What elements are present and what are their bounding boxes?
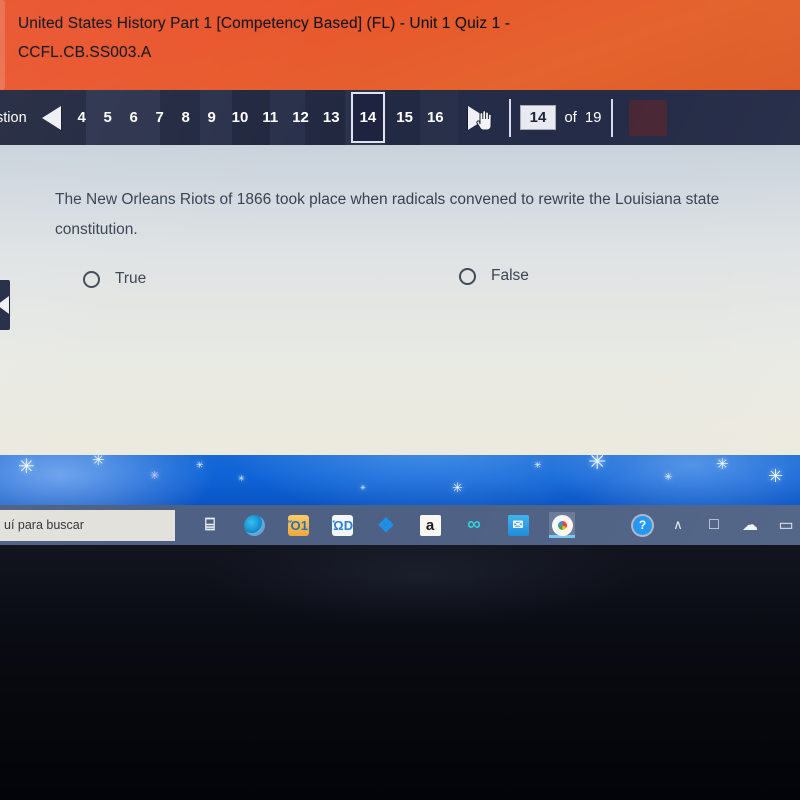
infinity-app-icon-glyph: ∞ [467,514,481,535]
radio-button-true[interactable] [83,270,100,288]
sparkle-icon: ✳ [534,460,542,470]
quiz-content-area: The New Orleans Riots of 1866 took place… [0,145,800,455]
microsoft-store-icon-glyph: ὬD [331,514,353,536]
page-number-16[interactable]: 16 [420,90,451,145]
collapse-sidebar-tab[interactable] [0,280,10,330]
answer-option-false[interactable]: False [459,267,529,285]
next-question-button[interactable] [461,90,495,145]
page-number-12[interactable]: 12 [285,90,316,145]
windows-taskbar: uí para buscar ⌸ Ὄ1 ὬD ❖ a ∞ ✉ ? ∧ □ ☁ ▭ [0,505,800,545]
google-chrome-icon-glyph [551,514,573,536]
desktop-wallpaper: ✳ ✳ ✳ ✳ ✳ ✳ ✳ ✳ ✳ ✳ ✳ ✳ [0,455,800,505]
quiz-title-line2: CCFL.CB.SS003.A [18,44,152,61]
quiz-title: United States History Part 1 [Competency… [18,9,778,67]
mail-icon-glyph: ✉ [507,514,529,536]
google-chrome-icon[interactable] [549,512,575,538]
quiz-header: United States History Part 1 [Competency… [0,0,800,90]
battery-icon[interactable]: ▭ [776,515,796,535]
answer-label-true: True [115,270,147,287]
file-explorer-icon-glyph: Ὄ1 [287,514,309,536]
taskbar-app-icons: ⌸ Ὄ1 ὬD ❖ a ∞ ✉ [197,512,575,538]
page-number-list: 4 5 6 7 8 9 10 11 12 13 14 15 16 [69,90,451,145]
dropbox-icon[interactable]: ❖ [373,512,399,538]
amazon-icon-glyph: a [419,514,441,536]
sparkle-icon: ✳ [196,460,204,470]
system-tray: ? ∧ □ ☁ ▭ [633,515,800,535]
nav-divider-right [610,98,613,137]
page-number-5[interactable]: 5 [95,90,121,145]
microsoft-edge-icon-glyph [243,514,265,536]
counter-current-number[interactable]: 14 [519,105,557,130]
task-view-icon-glyph: ⌸ [204,515,216,534]
page-number-15[interactable]: 15 [389,90,420,145]
page-number-13[interactable]: 13 [316,90,347,145]
submit-quiz-button[interactable] [628,99,667,136]
meet-now-camera-icon[interactable]: □ [704,515,724,535]
triangle-right-icon [468,105,488,130]
onedrive-cloud-icon[interactable]: ☁ [740,515,760,535]
amazon-icon[interactable]: a [417,512,443,538]
sparkle-icon: ✳ [664,472,673,483]
question-nav-label: stion [0,109,27,126]
nav-divider-left [508,98,511,137]
answer-options: True False [55,267,755,310]
radio-button-false[interactable] [459,267,476,285]
counter-total-number: 19 [584,109,602,126]
sparkle-icon: ✳ [452,480,463,495]
sparkle-icon: ✳ [92,455,105,469]
previous-question-button[interactable] [35,90,69,145]
laptop-screen: United States History Part 1 [Competency… [0,0,800,545]
header-left-sliver [0,0,5,90]
quiz-title-line1: United States History Part 1 [Competency… [18,15,510,32]
page-number-7[interactable]: 7 [147,90,173,145]
question-text: The New Orleans Riots of 1866 took place… [55,191,720,238]
file-explorer-icon[interactable]: Ὄ1 [285,512,311,538]
show-hidden-icons-chevron-up-icon[interactable]: ∧ [668,515,688,535]
page-number-11[interactable]: 11 [255,90,285,145]
answer-label-false: False [491,267,529,284]
search-input[interactable]: uí para buscar [0,509,175,541]
help-icon[interactable]: ? [633,515,652,535]
microsoft-store-icon[interactable]: ὬD [329,512,355,538]
laptop-bezel: hp 🔇 ◁ 🔊 [0,545,800,800]
laptop-photo: United States History Part 1 [Competency… [0,0,800,800]
question-navigation-bar: stion 45678910111213141516 14 of 19 [0,90,800,145]
page-number-9[interactable]: 9 [199,90,225,145]
sparkle-icon: ✳ [768,466,784,486]
answer-option-true[interactable]: True [83,270,146,288]
infinity-app-icon[interactable]: ∞ [461,512,487,538]
chevron-left-icon [0,296,9,314]
page-number-8[interactable]: 8 [173,90,199,145]
question-counter: 14 of 19 [519,105,602,130]
sparkle-icon: ✳ [150,470,160,482]
task-view-icon[interactable]: ⌸ [197,512,223,538]
page-number-6[interactable]: 6 [121,90,147,145]
sparkle-icon: ✳ [716,456,729,473]
counter-of-label: of [564,109,577,126]
page-number-4[interactable]: 4 [69,90,95,145]
dropbox-icon-glyph: ❖ [377,514,395,537]
microsoft-edge-icon[interactable] [241,512,267,538]
sparkle-icon: ✳ [18,456,35,478]
sparkle-icon: ✳ [238,474,245,483]
triangle-left-icon [42,105,62,130]
page-number-10[interactable]: 10 [225,90,256,145]
page-number-14[interactable]: 14 [350,92,386,143]
mail-icon[interactable]: ✉ [505,512,531,538]
sparkle-icon: ✳ [360,485,366,492]
sparkle-icon: ✳ [588,455,607,474]
